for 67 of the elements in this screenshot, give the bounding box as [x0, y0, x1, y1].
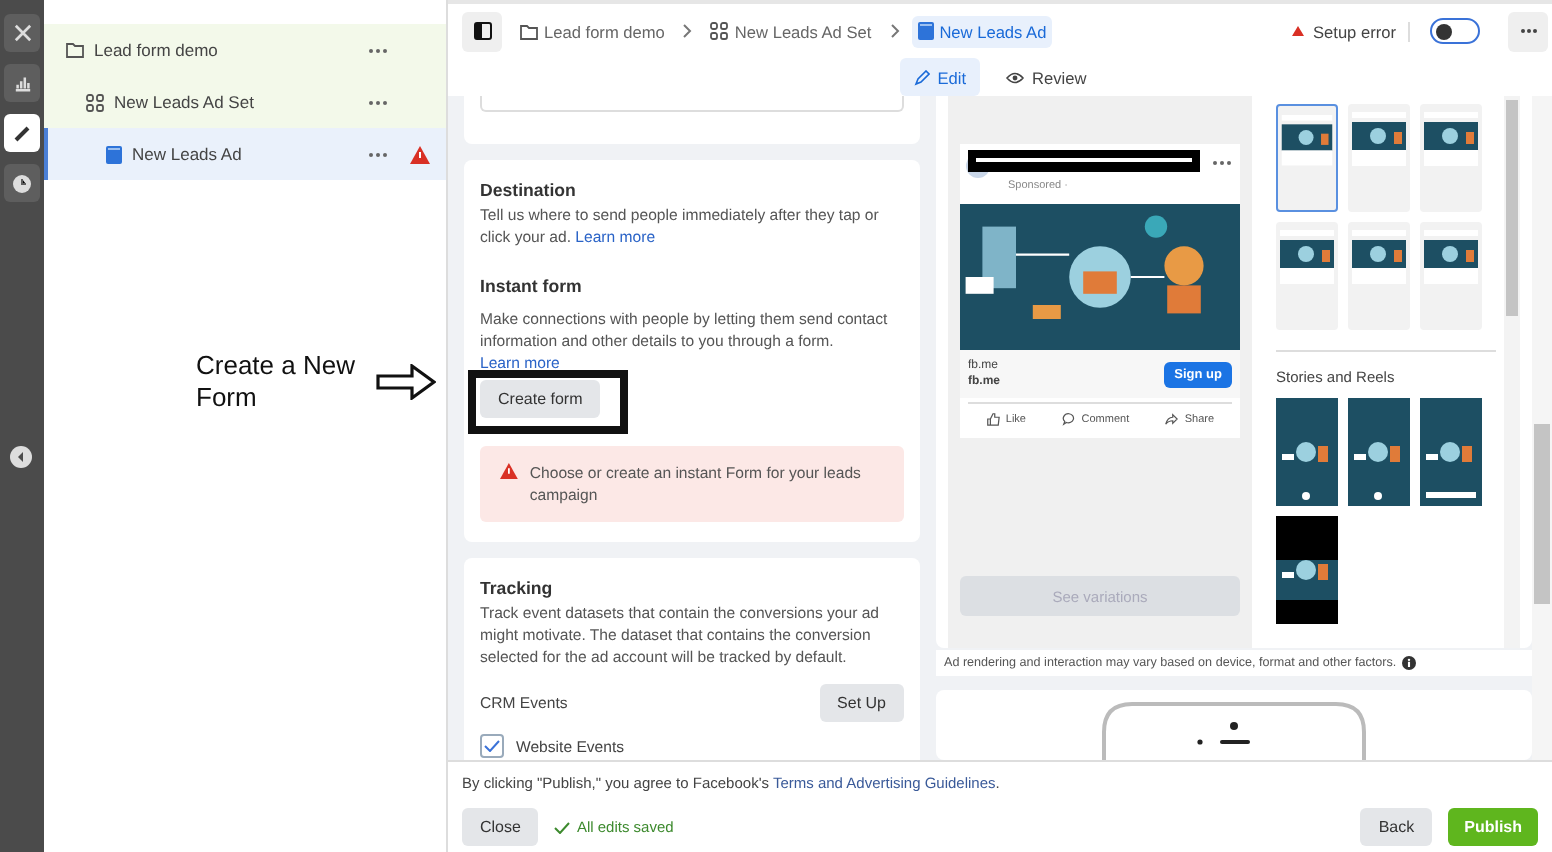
eye-icon — [1006, 71, 1025, 83]
input-field[interactable] — [480, 96, 904, 112]
check-icon — [554, 821, 571, 833]
more-icon[interactable] — [368, 151, 388, 157]
section-title: Tracking — [480, 578, 555, 598]
pencil-icon — [12, 123, 32, 143]
share-arrow-icon — [1164, 412, 1179, 426]
tree-item-label: Lead form demo — [94, 40, 220, 60]
grid-icon — [710, 22, 729, 40]
story-thumbnail[interactable] — [1276, 398, 1338, 506]
warning-icon — [1292, 26, 1305, 36]
tree-item-label: New Leads Ad Set — [114, 92, 256, 112]
scrollbar[interactable] — [1532, 96, 1552, 760]
tab[interactable]: Review — [992, 58, 1101, 96]
ad-icon — [106, 145, 122, 163]
placement-thumbnail[interactable] — [1276, 222, 1338, 330]
thumbs-up-icon — [985, 412, 1000, 426]
story-thumbnail[interactable] — [1348, 398, 1410, 506]
bar-chart-icon — [13, 74, 31, 92]
folder-icon — [66, 42, 84, 58]
warning-icon — [500, 462, 518, 480]
section-title: Instant form — [480, 276, 584, 296]
breadcrumb[interactable]: New Leads Ad — [911, 15, 1053, 47]
more-button[interactable] — [1508, 11, 1548, 51]
scrollbar[interactable] — [1504, 96, 1520, 648]
more-icon[interactable] — [368, 99, 388, 105]
pencil-icon — [913, 69, 930, 85]
chevron-right-icon — [682, 24, 693, 38]
toggle-switch[interactable] — [1430, 18, 1480, 44]
placement-thumbnail[interactable] — [1420, 222, 1482, 330]
more-icon[interactable] — [1212, 160, 1232, 166]
placement-thumbnail[interactable] — [1348, 104, 1410, 212]
section-title: Destination — [480, 180, 578, 200]
close-icon — [13, 24, 31, 42]
tree-item[interactable]: New Leads Ad — [44, 128, 446, 180]
create-form-button[interactable]: Create form — [480, 380, 601, 418]
folder-icon — [520, 23, 538, 39]
tree-item[interactable]: New Leads Ad Set — [44, 76, 446, 128]
placement-thumbnail[interactable] — [1420, 104, 1482, 212]
tree-item-label: New Leads Ad — [132, 144, 244, 164]
set-up-button[interactable]: Set Up — [819, 684, 904, 722]
warning-icon — [410, 145, 430, 163]
more-icon[interactable] — [368, 47, 388, 53]
sidebar-toggle-button[interactable] — [462, 11, 502, 51]
story-thumbnail[interactable] — [1276, 516, 1338, 624]
grid-icon — [86, 93, 104, 111]
ad-icon — [917, 22, 934, 40]
more-icon — [1519, 28, 1537, 34]
tab[interactable]: Edit — [899, 58, 981, 96]
chevron-right-icon — [889, 24, 900, 38]
checkbox[interactable] — [480, 734, 504, 758]
placement-thumbnail[interactable] — [1348, 222, 1410, 330]
breadcrumb[interactable]: Lead form demo — [514, 15, 671, 47]
setup-status: Setup error — [1292, 21, 1410, 41]
back-button[interactable]: Back — [1360, 808, 1433, 846]
placement-thumbnail[interactable] — [1276, 104, 1338, 212]
annotation-text: Create a New Form — [196, 350, 357, 414]
speech-bubble-icon — [1061, 412, 1076, 426]
arrow-right-icon — [376, 364, 436, 400]
tree-item[interactable]: Lead form demo — [44, 24, 446, 76]
close-button[interactable]: Close — [462, 808, 539, 846]
info-icon — [1402, 656, 1417, 670]
breadcrumb[interactable]: New Leads Ad Set — [704, 15, 878, 47]
sidebar-icon — [473, 22, 491, 40]
collapse-icon[interactable] — [10, 446, 32, 468]
clock-icon — [12, 173, 32, 193]
story-thumbnail[interactable] — [1420, 398, 1482, 506]
